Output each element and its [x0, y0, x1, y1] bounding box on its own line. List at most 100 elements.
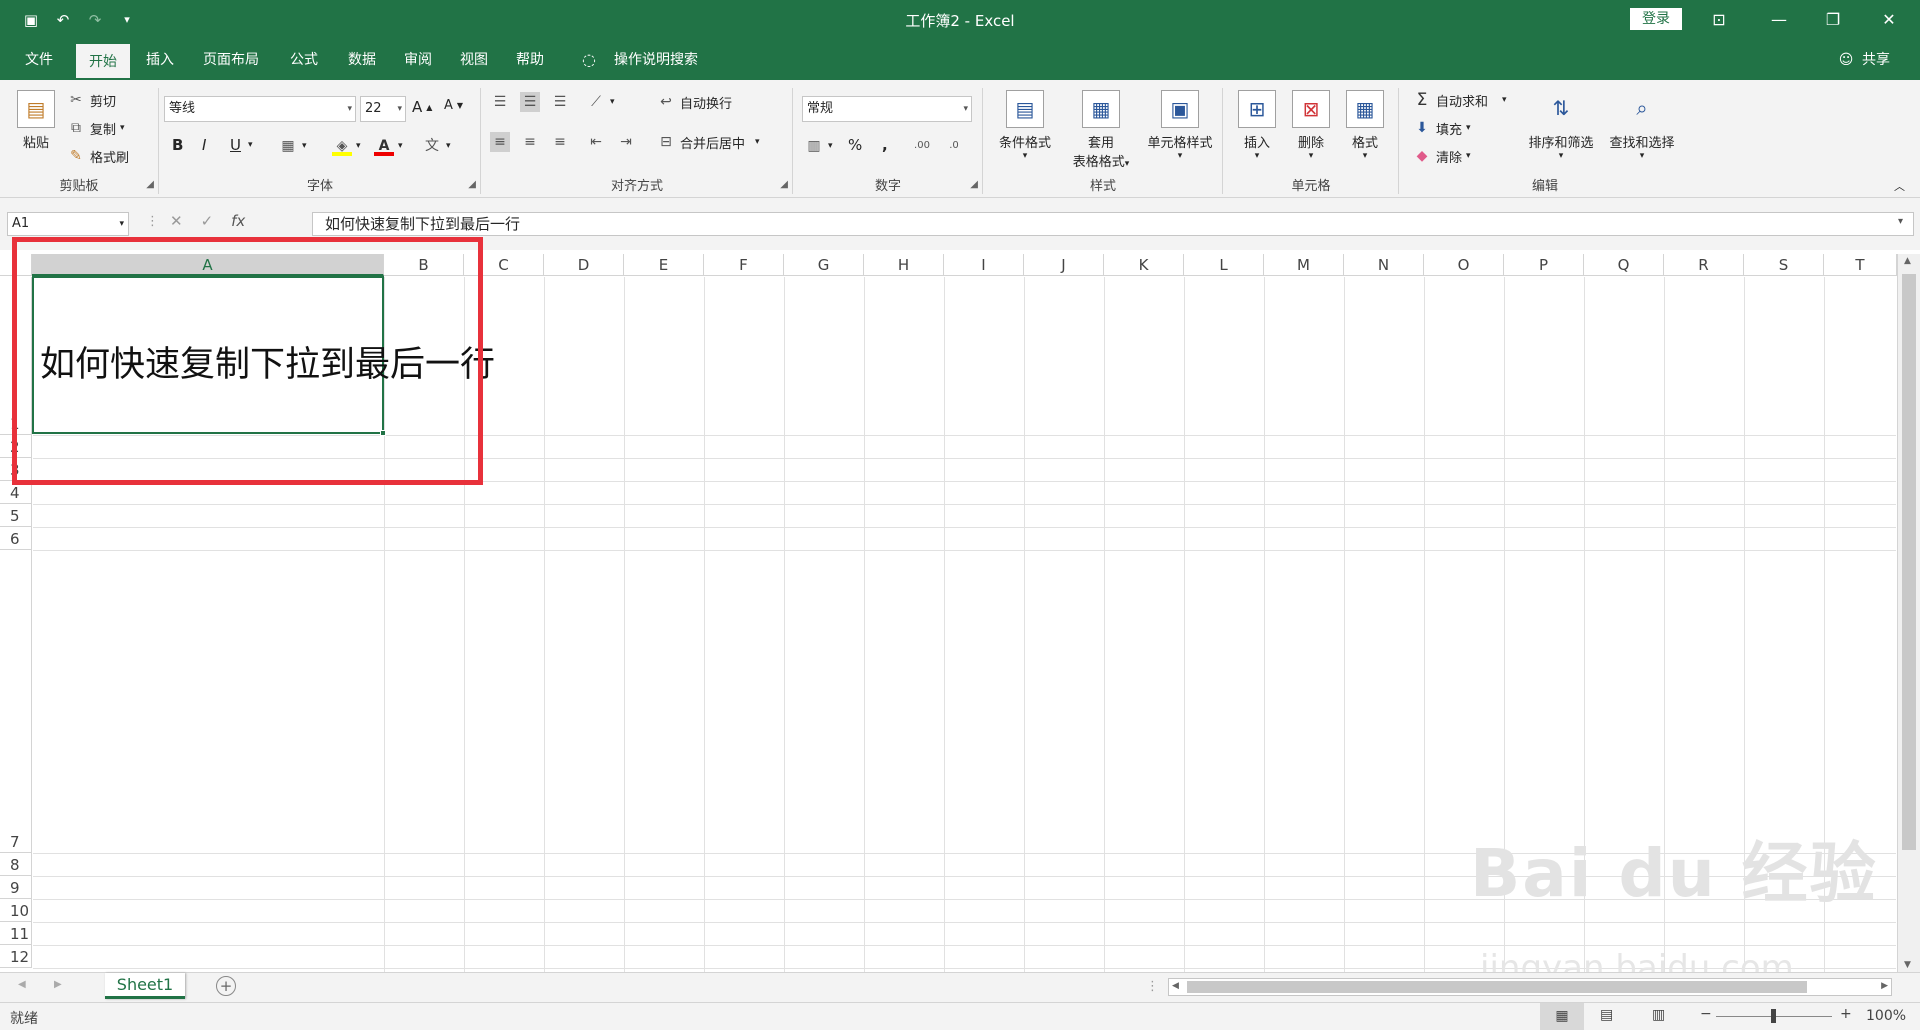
number-format-select[interactable]: 常规 ▾: [802, 96, 972, 122]
comma-button[interactable]: ,: [882, 136, 888, 154]
underline-button[interactable]: U: [230, 136, 241, 154]
normal-view-icon[interactable]: ▦: [1540, 1003, 1584, 1030]
sheet-tab-sheet1[interactable]: Sheet1: [105, 973, 185, 999]
dialog-launcher-icon[interactable]: ◢: [146, 179, 154, 190]
column-header-o[interactable]: O: [1424, 254, 1504, 276]
tab-review[interactable]: 审阅: [396, 40, 440, 80]
format-cells-button[interactable]: ▦ 格式 ▾: [1340, 90, 1390, 161]
find-select-button[interactable]: ⌕ 查找和选择 ▾: [1602, 90, 1682, 161]
accounting-format-button[interactable]: ▥ ▾: [804, 136, 832, 156]
zoom-out-icon[interactable]: −: [1700, 1006, 1712, 1022]
copy-button[interactable]: ⧉ 复制 ▾: [66, 118, 125, 138]
insert-cells-button[interactable]: ⊞ 插入 ▾: [1232, 90, 1282, 161]
column-header-m[interactable]: M: [1264, 254, 1344, 276]
cell-styles-button[interactable]: ▣ 单元格样式 ▾: [1138, 90, 1222, 161]
paste-button[interactable]: ▤ 粘贴: [14, 90, 58, 151]
grow-font-button[interactable]: A ▲: [412, 98, 432, 116]
italic-button[interactable]: I: [202, 136, 206, 154]
shrink-font-button[interactable]: A ▼: [444, 98, 463, 113]
tab-view[interactable]: 视图: [452, 40, 496, 80]
insert-function-button[interactable]: fx: [231, 212, 245, 230]
page-layout-view-icon[interactable]: ▤: [1600, 1007, 1613, 1023]
merge-center-button[interactable]: ⊟ 合并后居中 ▾: [656, 132, 759, 152]
tab-data[interactable]: 数据: [340, 40, 384, 80]
scroll-up-icon[interactable]: ▲: [1904, 256, 1911, 266]
column-header-f[interactable]: F: [704, 254, 784, 276]
phonetic-button[interactable]: 文 ▾: [422, 136, 451, 156]
row-header-6[interactable]: 6: [0, 527, 32, 550]
dialog-launcher-icon[interactable]: ◢: [468, 179, 476, 190]
scroll-down-icon[interactable]: ▼: [1904, 960, 1911, 970]
split-handle-icon[interactable]: ⋮: [1146, 979, 1159, 994]
expand-formula-icon[interactable]: ▾: [1898, 216, 1903, 227]
horizontal-scroll-thumb[interactable]: [1187, 981, 1807, 993]
ribbon-display-icon[interactable]: ⊡: [1696, 6, 1742, 34]
autosum-button[interactable]: Σ 自动求和 ▾: [1412, 90, 1507, 110]
clear-button[interactable]: ◆ 清除 ▾: [1412, 146, 1471, 166]
name-box[interactable]: A1 ▾: [7, 212, 129, 236]
close-icon[interactable]: ✕: [1866, 6, 1912, 34]
cancel-icon[interactable]: ✕: [170, 212, 183, 230]
share-button[interactable]: 共享: [1858, 40, 1894, 80]
column-header-h[interactable]: H: [864, 254, 944, 276]
login-button[interactable]: 登录: [1630, 8, 1682, 30]
bold-button[interactable]: B: [172, 136, 183, 154]
format-painter-button[interactable]: ✎ 格式刷: [66, 146, 129, 166]
delete-cells-button[interactable]: ⊠ 删除 ▾: [1286, 90, 1336, 161]
column-header-n[interactable]: N: [1344, 254, 1424, 276]
increase-indent-button[interactable]: ⇥: [616, 132, 636, 152]
cut-button[interactable]: ✂ 剪切: [66, 90, 116, 110]
row-header-10[interactable]: 10: [0, 899, 32, 922]
align-top-button[interactable]: ☰: [490, 92, 510, 112]
column-header-j[interactable]: J: [1024, 254, 1104, 276]
row-header-12[interactable]: 12: [0, 945, 32, 968]
tab-page-layout[interactable]: 页面布局: [196, 40, 266, 80]
borders-button[interactable]: ▦ ▾: [278, 136, 306, 156]
column-header-e[interactable]: E: [624, 254, 704, 276]
row-header-11[interactable]: 11: [0, 922, 32, 945]
column-header-d[interactable]: D: [544, 254, 624, 276]
tab-home[interactable]: 开始: [76, 44, 130, 80]
column-header-r[interactable]: R: [1664, 254, 1744, 276]
column-header-g[interactable]: G: [784, 254, 864, 276]
minimize-icon[interactable]: —: [1756, 6, 1802, 34]
increase-decimal-button[interactable]: .00: [912, 136, 932, 156]
horizontal-scrollbar[interactable]: ◀ ▶: [1168, 978, 1892, 996]
column-header-q[interactable]: Q: [1584, 254, 1664, 276]
tab-formulas[interactable]: 公式: [282, 40, 326, 80]
collapse-ribbon-icon[interactable]: ︿: [1894, 178, 1905, 194]
maximize-icon[interactable]: ❐: [1810, 6, 1856, 34]
font-size-select[interactable]: 22 ▾: [360, 96, 406, 122]
tab-file[interactable]: 文件: [14, 40, 64, 80]
decrease-decimal-button[interactable]: .0: [944, 136, 964, 156]
align-right-button[interactable]: ≡: [550, 132, 570, 152]
underline-dropdown-icon[interactable]: ▾: [248, 140, 253, 150]
align-left-button[interactable]: ≡: [490, 132, 510, 152]
tab-insert[interactable]: 插入: [138, 40, 182, 80]
orientation-button[interactable]: ⟋ ▾: [586, 92, 614, 112]
column-header-l[interactable]: L: [1184, 254, 1264, 276]
next-sheet-icon[interactable]: ▶: [54, 979, 62, 990]
column-header-i[interactable]: I: [944, 254, 1024, 276]
column-header-s[interactable]: S: [1744, 254, 1824, 276]
font-name-select[interactable]: 等线 ▾: [164, 96, 356, 122]
zoom-slider-thumb[interactable]: [1771, 1009, 1776, 1023]
dialog-launcher-icon[interactable]: ◢: [970, 179, 978, 190]
zoom-level[interactable]: 100%: [1866, 1008, 1906, 1024]
dialog-launcher-icon[interactable]: ◢: [780, 179, 788, 190]
column-header-k[interactable]: K: [1104, 254, 1184, 276]
format-as-table-button[interactable]: ▦ 套用 表格格式▾: [1064, 90, 1138, 170]
tell-me-search[interactable]: 操作说明搜索: [606, 40, 706, 80]
add-sheet-button[interactable]: +: [216, 976, 236, 996]
sort-filter-button[interactable]: ⇅ 排序和筛选 ▾: [1522, 90, 1600, 161]
row-header-9[interactable]: 9: [0, 876, 32, 899]
scroll-left-icon[interactable]: ◀: [1172, 981, 1179, 991]
align-center-button[interactable]: ≡: [520, 132, 540, 152]
column-header-t[interactable]: T: [1824, 254, 1897, 276]
row-header-8[interactable]: 8: [0, 853, 32, 876]
fill-button[interactable]: ⬇ 填充 ▾: [1412, 118, 1470, 138]
fill-color-button[interactable]: ◈ ▾: [332, 136, 361, 156]
vertical-scrollbar[interactable]: ▲ ▼: [1897, 254, 1920, 972]
tab-help[interactable]: 帮助: [508, 40, 552, 80]
enter-icon[interactable]: ✓: [201, 212, 214, 230]
